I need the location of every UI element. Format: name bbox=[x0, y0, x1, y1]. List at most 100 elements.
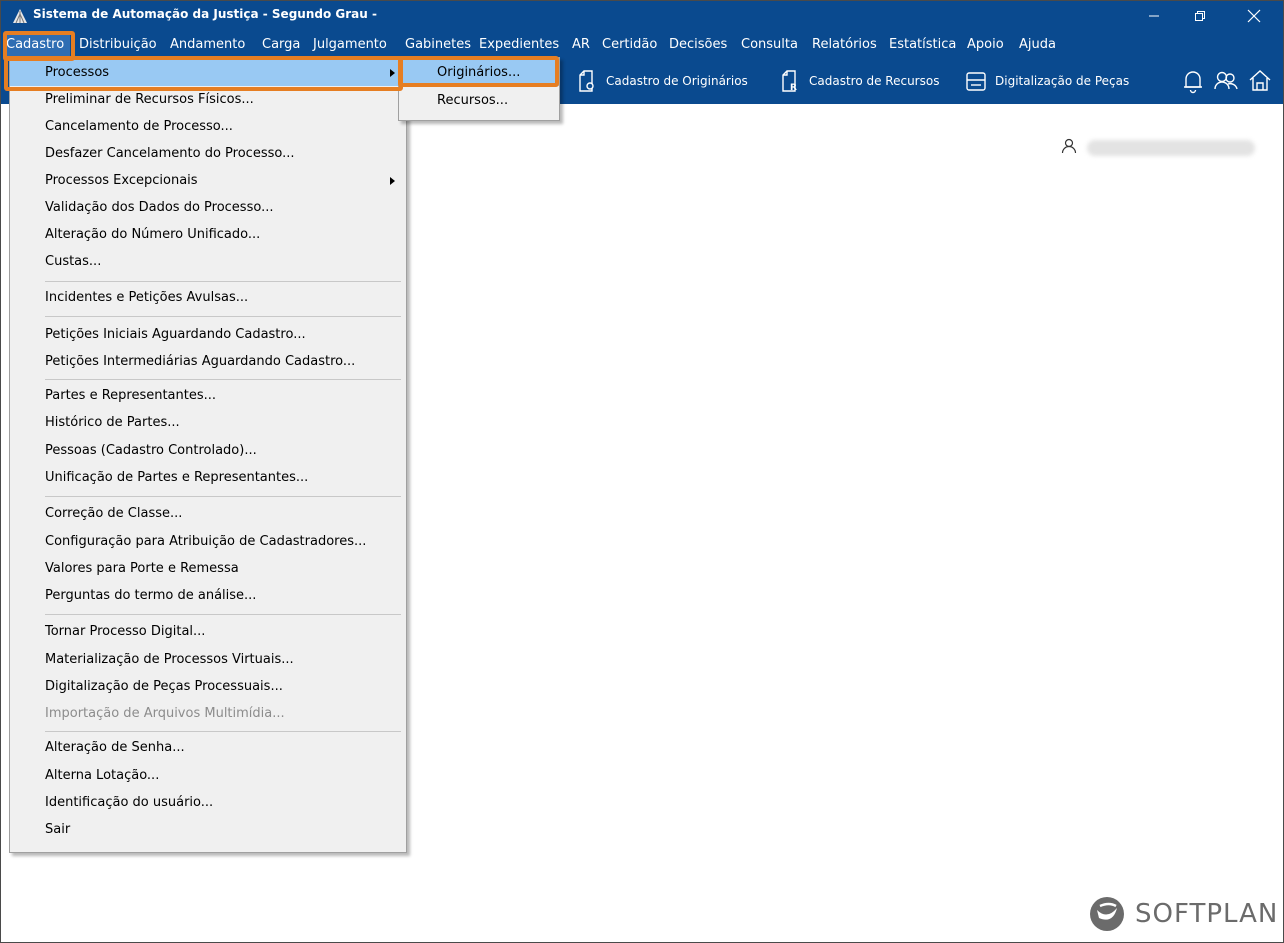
restore-button[interactable] bbox=[1177, 1, 1223, 31]
menu-estatistica[interactable]: Estatística bbox=[889, 37, 956, 52]
dropdown-item-importacao: Importação de Arquivos Multimídia... bbox=[10, 701, 406, 727]
dropdown-item-label: Unificação de Partes e Representantes... bbox=[45, 470, 309, 485]
app-window: Sistema de Automação da Justiça - Segund… bbox=[0, 0, 1284, 943]
menu-separator bbox=[45, 731, 401, 732]
dropdown-item-alteracao-numero[interactable]: Alteração do Número Unificado... bbox=[10, 222, 406, 248]
menu-expedientes[interactable]: Expedientes bbox=[479, 37, 559, 52]
dropdown-item-label: Alterna Lotação... bbox=[45, 768, 160, 783]
dropdown-item-sair[interactable]: Sair bbox=[10, 817, 406, 843]
dropdown-item-label: Sair bbox=[45, 822, 71, 837]
users-icon[interactable] bbox=[1213, 68, 1239, 94]
title-bar: Sistema de Automação da Justiça - Segund… bbox=[1, 1, 1283, 31]
submenu-arrow-icon bbox=[390, 177, 395, 185]
dropdown-item-label: Tornar Processo Digital... bbox=[45, 624, 206, 639]
restore-icon bbox=[1195, 11, 1205, 21]
cadastro-recursos-button[interactable]: R Cadastro de Recursos bbox=[781, 68, 939, 94]
svg-text:R: R bbox=[790, 83, 797, 92]
menu-separator bbox=[45, 316, 401, 317]
cadastro-recursos-label: Cadastro de Recursos bbox=[809, 74, 940, 88]
dropdown-item-label: Alteração de Senha... bbox=[45, 740, 185, 755]
dropdown-item-incidentes[interactable]: Incidentes e Petições Avulsas... bbox=[10, 285, 406, 311]
dropdown-item-pessoas[interactable]: Pessoas (Cadastro Controlado)... bbox=[10, 438, 406, 464]
menu-julgamento[interactable]: Julgamento bbox=[313, 37, 387, 52]
dropdown-item-unificacao[interactable]: Unificação de Partes e Representantes... bbox=[10, 465, 406, 491]
dropdown-item-historico-partes[interactable]: Histórico de Partes... bbox=[10, 410, 406, 436]
dropdown-item-identificacao[interactable]: Identificação do usuário... bbox=[10, 790, 406, 816]
menu-relatorios[interactable]: Relatórios bbox=[812, 37, 877, 52]
submenu-item-recursos[interactable]: Recursos... bbox=[399, 88, 559, 114]
menu-separator bbox=[45, 614, 401, 615]
menu-apoio[interactable]: Apoio bbox=[967, 37, 1004, 52]
dropdown-item-partes[interactable]: Partes e Representantes... bbox=[10, 383, 406, 409]
close-button[interactable] bbox=[1231, 1, 1277, 31]
dropdown-item-cancelamento[interactable]: Cancelamento de Processo... bbox=[10, 114, 406, 140]
dropdown-item-peticoes-iniciais[interactable]: Petições Iniciais Aguardando Cadastro... bbox=[10, 322, 406, 348]
app-logo-icon bbox=[12, 8, 28, 24]
cadastro-originarios-label: Cadastro de Originários bbox=[606, 74, 748, 88]
dropdown-item-validacao[interactable]: Validação dos Dados do Processo... bbox=[10, 195, 406, 221]
highlight-originarios bbox=[398, 56, 559, 87]
minimize-button[interactable] bbox=[1131, 1, 1177, 31]
menu-distribuicao[interactable]: Distribuição bbox=[79, 37, 157, 52]
cadastro-originarios-button[interactable]: Cadastro de Originários bbox=[578, 68, 748, 94]
dropdown-item-label: Partes e Representantes... bbox=[45, 388, 217, 403]
dropdown-item-peticoes-intermediarias[interactable]: Petições Intermediárias Aguardando Cadas… bbox=[10, 349, 406, 375]
dropdown-item-label: Configuração para Atribuição de Cadastra… bbox=[45, 534, 367, 549]
menu-separator bbox=[45, 496, 401, 497]
cadastro-dropdown-menu: Processos Preliminar de Recursos Físicos… bbox=[9, 57, 407, 853]
user-name-redacted bbox=[1087, 140, 1255, 156]
dropdown-item-label: Incidentes e Petições Avulsas... bbox=[45, 290, 249, 305]
menu-certidao[interactable]: Certidão bbox=[602, 37, 657, 52]
dropdown-item-processos-excepcionais[interactable]: Processos Excepcionais bbox=[10, 168, 406, 194]
dropdown-item-valores-porte[interactable]: Valores para Porte e Remessa bbox=[10, 556, 406, 582]
dropdown-item-digitalizacao[interactable]: Digitalização de Peças Processuais... bbox=[10, 674, 406, 700]
dropdown-item-materializacao[interactable]: Materialização de Processos Virtuais... bbox=[10, 647, 406, 673]
menu-decisoes[interactable]: Decisões bbox=[669, 37, 727, 52]
dropdown-item-configuracao[interactable]: Configuração para Atribuição de Cadastra… bbox=[10, 529, 406, 555]
dropdown-item-perguntas[interactable]: Perguntas do termo de análise... bbox=[10, 583, 406, 609]
softplan-logo-text: SOFTPLAN bbox=[1135, 899, 1279, 929]
softplan-logo: SOFTPLAN bbox=[1087, 894, 1278, 934]
submenu-item-label: Recursos... bbox=[437, 93, 509, 108]
softplan-logo-icon bbox=[1090, 897, 1124, 931]
scanner-icon bbox=[966, 72, 986, 91]
dropdown-item-label: Petições Intermediárias Aguardando Cadas… bbox=[45, 354, 356, 369]
menu-separator bbox=[45, 281, 401, 282]
menu-consulta[interactable]: Consulta bbox=[741, 37, 798, 52]
minimize-icon bbox=[1149, 15, 1159, 17]
menu-ar[interactable]: AR bbox=[572, 37, 590, 52]
digitalizacao-pecas-button[interactable]: Digitalização de Peças bbox=[965, 68, 1129, 94]
dropdown-item-tornar-digital[interactable]: Tornar Processo Digital... bbox=[10, 619, 406, 645]
dropdown-item-label: Cancelamento de Processo... bbox=[45, 119, 233, 134]
dropdown-item-label: Validação dos Dados do Processo... bbox=[45, 200, 274, 215]
dropdown-item-label: Histórico de Partes... bbox=[45, 415, 180, 430]
dropdown-item-label: Perguntas do termo de análise... bbox=[45, 588, 257, 603]
menu-andamento[interactable]: Andamento bbox=[170, 37, 245, 52]
dropdown-item-label: Desfazer Cancelamento do Processo... bbox=[45, 146, 295, 161]
menu-separator bbox=[45, 379, 401, 380]
menu-gabinetes[interactable]: Gabinetes bbox=[405, 37, 471, 52]
dropdown-item-label: Digitalização de Peças Processuais... bbox=[45, 679, 283, 694]
bell-icon[interactable] bbox=[1181, 68, 1207, 94]
dropdown-item-label: Preliminar de Recursos Físicos... bbox=[45, 92, 254, 107]
highlight-processos bbox=[4, 56, 403, 91]
dropdown-item-label: Correção de Classe... bbox=[45, 506, 183, 521]
dropdown-item-label: Processos Excepcionais bbox=[45, 173, 198, 188]
user-icon bbox=[1061, 138, 1077, 158]
dropdown-item-alteracao-senha[interactable]: Alteração de Senha... bbox=[10, 735, 406, 761]
dropdown-item-desfazer-cancelamento[interactable]: Desfazer Cancelamento do Processo... bbox=[10, 141, 406, 167]
dropdown-item-label: Importação de Arquivos Multimídia... bbox=[45, 706, 285, 721]
dropdown-item-label: Pessoas (Cadastro Controlado)... bbox=[45, 443, 257, 458]
menu-ajuda[interactable]: Ajuda bbox=[1019, 37, 1056, 52]
home-icon[interactable] bbox=[1247, 68, 1273, 94]
dropdown-item-custas[interactable]: Custas... bbox=[10, 249, 406, 275]
dropdown-item-label: Valores para Porte e Remessa bbox=[45, 561, 239, 576]
menu-carga[interactable]: Carga bbox=[262, 37, 300, 52]
dropdown-item-label: Custas... bbox=[45, 254, 102, 269]
dropdown-item-alterna-lotacao[interactable]: Alterna Lotação... bbox=[10, 763, 406, 789]
window-title: Sistema de Automação da Justiça - Segund… bbox=[33, 7, 377, 21]
document-o-icon bbox=[579, 70, 594, 92]
dropdown-item-label: Petições Iniciais Aguardando Cadastro... bbox=[45, 327, 306, 342]
dropdown-item-correcao-classe[interactable]: Correção de Classe... bbox=[10, 501, 406, 527]
dropdown-item-label: Alteração do Número Unificado... bbox=[45, 227, 261, 242]
